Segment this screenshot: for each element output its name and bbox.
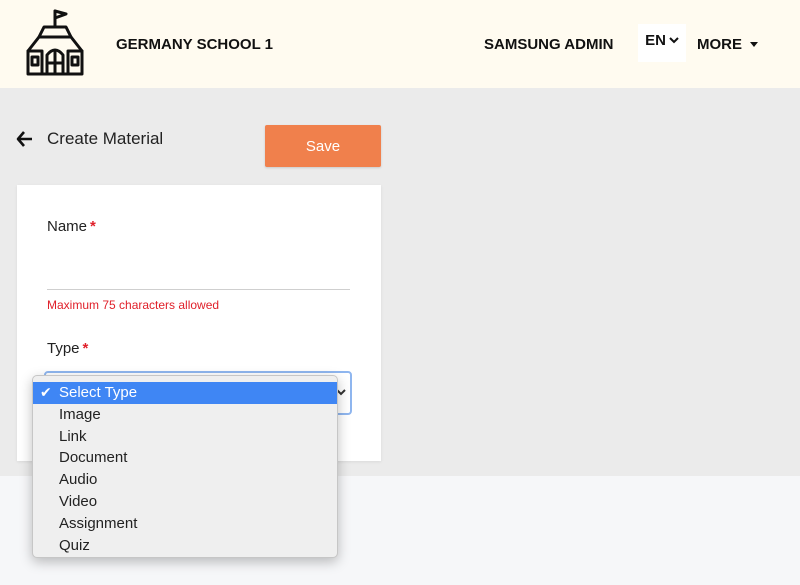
type-dropdown-list[interactable]: ✔ Select Type Image Link Document Audio Video A… (32, 375, 338, 558)
user-name[interactable]: SAMSUNG ADMIN (484, 36, 613, 53)
save-button[interactable]: Save (265, 125, 381, 167)
more-menu[interactable]: MORE (697, 36, 758, 53)
dropdown-option-label: Select Type (59, 384, 138, 401)
dropdown-option[interactable]: ✔ Select Type (33, 382, 337, 404)
dropdown-option[interactable]: Video (33, 491, 337, 513)
top-header: GERMANY SCHOOL 1 SAMSUNG ADMIN EN MORE (0, 0, 800, 88)
checkmark-icon: ✔ (40, 384, 52, 400)
arrow-left-icon[interactable] (16, 130, 34, 148)
dropdown-option[interactable]: Audio (33, 469, 337, 491)
language-value: EN (645, 31, 666, 49)
dropdown-option-label: Quiz (59, 536, 90, 554)
dropdown-option[interactable]: Image (33, 404, 337, 426)
dropdown-option-label: Video (59, 492, 98, 510)
dropdown-option-label: Image (59, 405, 101, 423)
name-label: Name * (47, 218, 96, 235)
dropdown-option[interactable]: Assignment (33, 513, 337, 535)
dropdown-option[interactable]: Quiz (33, 535, 337, 557)
required-mark: * (90, 218, 96, 235)
name-input[interactable] (47, 254, 350, 290)
type-label-text: Type (47, 340, 80, 357)
dropdown-option-label: Assignment (59, 514, 138, 532)
school-building-icon[interactable] (24, 7, 86, 77)
required-mark: * (82, 340, 89, 357)
dropdown-option[interactable]: Link (33, 426, 337, 448)
name-hint: Maximum 75 characters allowed (47, 298, 220, 312)
dropdown-option-label: Document (59, 449, 128, 467)
type-label: Type * (47, 340, 88, 357)
more-label: MORE (697, 36, 742, 53)
school-name: GERMANY SCHOOL 1 (116, 36, 273, 53)
name-label-text: Name (47, 218, 88, 235)
dropdown-option-label: Link (59, 427, 87, 445)
dropdown-option[interactable]: Document (33, 447, 337, 469)
language-select[interactable]: EN (638, 24, 686, 62)
chevron-down-icon (669, 36, 679, 43)
dropdown-option-label: Audio (59, 471, 98, 489)
caret-down-icon (750, 42, 758, 47)
page-title: Create Material (47, 129, 164, 148)
